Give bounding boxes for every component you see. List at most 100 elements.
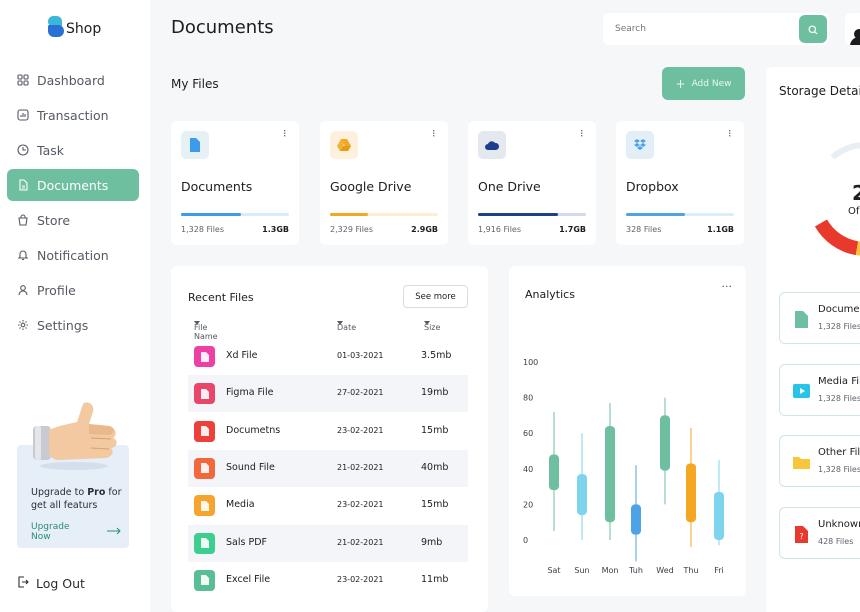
storage-progress-bar [330,213,438,216]
file-date: 27-02-2021 [337,388,384,398]
sidebar-item-label: Notification [37,247,109,263]
storage-details-panel: Storage Details 2 Of Documents 1,328 Fil… [766,67,860,612]
column-header-size[interactable]: Size [424,321,440,332]
gear-icon [17,319,29,331]
x-tick-label: Thu [682,566,698,575]
column-header-file-name[interactable]: File Name [194,321,218,341]
candle-body[interactable] [577,474,587,516]
donut-segment [830,142,860,160]
storage-progress-fill [181,213,242,216]
sidebar-item-store[interactable]: Store [7,204,139,236]
sidebar-item-task[interactable]: Task [7,134,139,166]
play-icon [792,381,810,401]
file-size: 15mb [421,499,449,511]
candle-body[interactable] [549,454,559,491]
bell-icon [17,249,29,261]
table-row[interactable]: Media 23-02-2021 15mb [188,487,468,524]
y-tick-label: 100 [523,358,538,367]
search-bar [603,13,829,45]
file-card-one-drive[interactable]: ··· One Drive 1,916 Files 1.7GB [468,121,596,245]
y-tick-label: 0 [523,536,528,545]
avatar[interactable] [845,13,860,45]
svg-text:?: ? [799,532,803,541]
more-options-icon[interactable]: ··· [723,129,736,137]
file-type-icon [194,383,215,405]
logo[interactable]: Shop [48,16,101,38]
file-card-dropbox[interactable]: ··· Dropbox 328 Files 1.1GB [616,121,744,245]
file-date: 21-02-2021 [337,462,384,472]
sidebar: Shop Dashboard Transaction Task Document… [0,0,150,612]
document-icon [17,179,29,191]
storage-item-other-files[interactable]: Other Files 1,328 Files [779,435,860,487]
file-size: 9mb [421,536,443,548]
file-card-documents[interactable]: ··· Documents 1,328 Files 1.3GB [171,121,299,245]
file-name: Xd File [226,350,258,361]
storage-item-name: Documents [818,304,860,315]
x-tick-label: Wed [656,566,673,575]
file-card-title: Google Drive [330,179,412,194]
user-icon [17,284,29,296]
thumbs-up-illustration [33,402,117,470]
table-row[interactable]: Sound File 21-02-2021 40mb [188,449,468,487]
storage-item-unknown[interactable]: ? Unknown 428 Files [779,507,860,559]
recent-files-panel: Recent Files See more File Name Date Siz… [171,266,488,612]
more-options-icon[interactable]: ··· [575,129,588,137]
sidebar-item-transaction[interactable]: Transaction [7,99,139,131]
sidebar-item-documents[interactable]: Documents [7,169,139,201]
search-button[interactable] [799,15,827,43]
candle-body[interactable] [686,463,696,523]
upgrade-now-link[interactable]: Upgrade Now [31,522,121,542]
file-date: 23-02-2021 [337,574,384,584]
table-row[interactable]: Figma File 27-02-2021 19mb [188,375,468,413]
table-row[interactable]: Xd File 01-03-2021 3.5mb [188,338,468,375]
recent-files-title: Recent Files [188,291,254,304]
candle-body[interactable] [714,491,724,540]
sidebar-item-profile[interactable]: Profile [7,274,139,306]
file-date: 23-02-2021 [337,425,384,435]
donut-segment [814,219,859,256]
more-options-icon[interactable]: ··· [278,129,291,137]
y-tick-label: 60 [523,429,533,438]
sidebar-item-notification[interactable]: Notification [7,239,139,271]
file-size: 1.7GB [559,225,586,234]
page-title: Documents [171,17,274,38]
column-label: Date [337,323,357,332]
my-files-title: My Files [171,77,219,91]
see-more-button[interactable]: See more [403,285,468,308]
table-row[interactable]: Sals PDF 21-02-2021 9mb [188,524,468,562]
file-card-title: Documents [181,179,253,194]
more-options-icon[interactable]: ··· [427,129,440,137]
logout-button[interactable]: Log Out [17,576,85,591]
candle-body[interactable] [631,504,641,535]
storage-item-documents[interactable]: Documents 1,328 Files [779,292,860,344]
sidebar-item-settings[interactable]: Settings [7,309,139,341]
storage-item-media-files[interactable]: Media Files 1,328 Files [779,364,860,416]
candle-body[interactable] [605,426,615,523]
file-size: 19mb [421,387,449,399]
file-count: 2,329 Files [330,225,373,234]
file-name: Figma File [226,387,274,399]
sidebar-item-dashboard[interactable]: Dashboard [7,64,139,96]
y-tick-label: 40 [523,465,533,474]
table-row[interactable]: Documetns 23-02-2021 15mb [188,413,468,450]
file-size: 1.1GB [707,225,734,234]
sidebar-item-label: Documents [37,177,109,193]
upgrade-promo-card: Upgrade to Pro for get all featurs Upgra… [17,402,129,548]
y-tick-label: 20 [523,500,533,509]
x-tick-label: Fri [714,566,724,575]
file-size: 40mb [421,461,449,473]
column-header-date[interactable]: Date [337,321,356,332]
table-row[interactable]: Excel File 23-02-2021 11mb [188,562,468,599]
y-tick-label: 80 [523,394,533,403]
add-new-button[interactable]: + Add New [662,67,745,100]
file-card-google-drive[interactable]: ··· Google Drive 2,329 Files 2.9GB [320,121,448,245]
file-card-title: Dropbox [626,179,679,194]
candle-body[interactable] [660,415,670,471]
sidebar-item-label: Transaction [37,107,109,123]
search-input[interactable] [615,13,785,45]
column-label: Size [424,323,441,332]
storage-progress-bar [478,213,586,216]
x-tick-label: Mon [602,566,619,575]
storage-item-name: Unknown [818,519,860,530]
file-question-icon: ? [792,524,810,544]
